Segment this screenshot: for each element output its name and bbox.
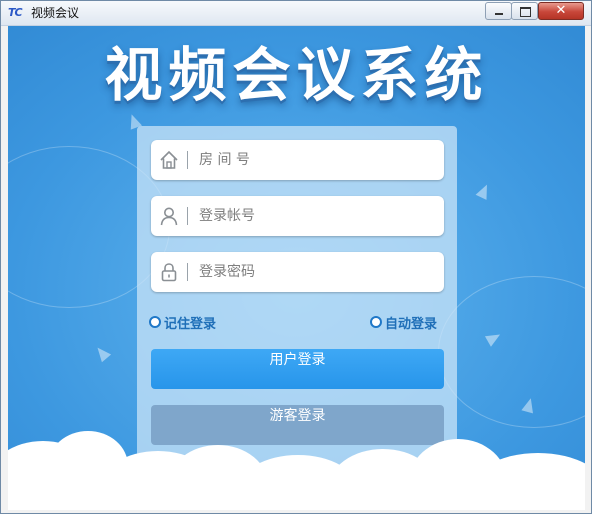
remember-login-radio[interactable] bbox=[149, 316, 161, 328]
lock-icon bbox=[161, 263, 177, 282]
user-login-button[interactable]: 用户登录 bbox=[151, 349, 444, 389]
auto-login-option[interactable]: 自动登录 bbox=[370, 313, 438, 332]
account-field[interactable] bbox=[151, 196, 444, 236]
close-button[interactable]: ✕ bbox=[538, 2, 584, 20]
minimize-button[interactable] bbox=[485, 2, 512, 20]
user-icon bbox=[160, 207, 178, 226]
app-logo-icon: TC bbox=[8, 6, 23, 19]
login-background: 视频会议系统 房 间 号 登录帐号 记住登录 自动登录 用户登录 游客登录 bbox=[8, 26, 585, 510]
home-icon bbox=[160, 150, 178, 169]
paper-plane-icon bbox=[92, 343, 112, 363]
password-input[interactable] bbox=[199, 260, 429, 284]
window-title: 视频会议 bbox=[31, 6, 80, 20]
app-window: TC 视频会议 ✕ 视频会议系统 房 间 号 登录帐号 记住登录 自动登录 用户… bbox=[0, 0, 592, 514]
room-number-input[interactable] bbox=[199, 148, 429, 172]
auto-login-label: 自动登录 bbox=[385, 316, 438, 332]
field-divider bbox=[187, 207, 188, 225]
title-bar[interactable]: TC 视频会议 ✕ bbox=[1, 1, 591, 26]
background-swirl bbox=[438, 276, 585, 428]
field-divider bbox=[187, 151, 188, 169]
remember-login-option[interactable]: 记住登录 bbox=[149, 313, 217, 332]
account-input[interactable] bbox=[199, 204, 429, 228]
password-field[interactable] bbox=[151, 252, 444, 292]
field-divider bbox=[187, 263, 188, 281]
remember-login-label: 记住登录 bbox=[164, 316, 217, 332]
cloud-decoration bbox=[8, 421, 585, 510]
room-number-field[interactable] bbox=[151, 140, 444, 180]
paper-plane-icon bbox=[475, 182, 493, 200]
auto-login-radio[interactable] bbox=[370, 316, 382, 328]
close-icon: ✕ bbox=[555, 3, 567, 18]
app-headline: 视频会议系统 bbox=[104, 41, 489, 109]
maximize-button[interactable] bbox=[511, 2, 538, 20]
